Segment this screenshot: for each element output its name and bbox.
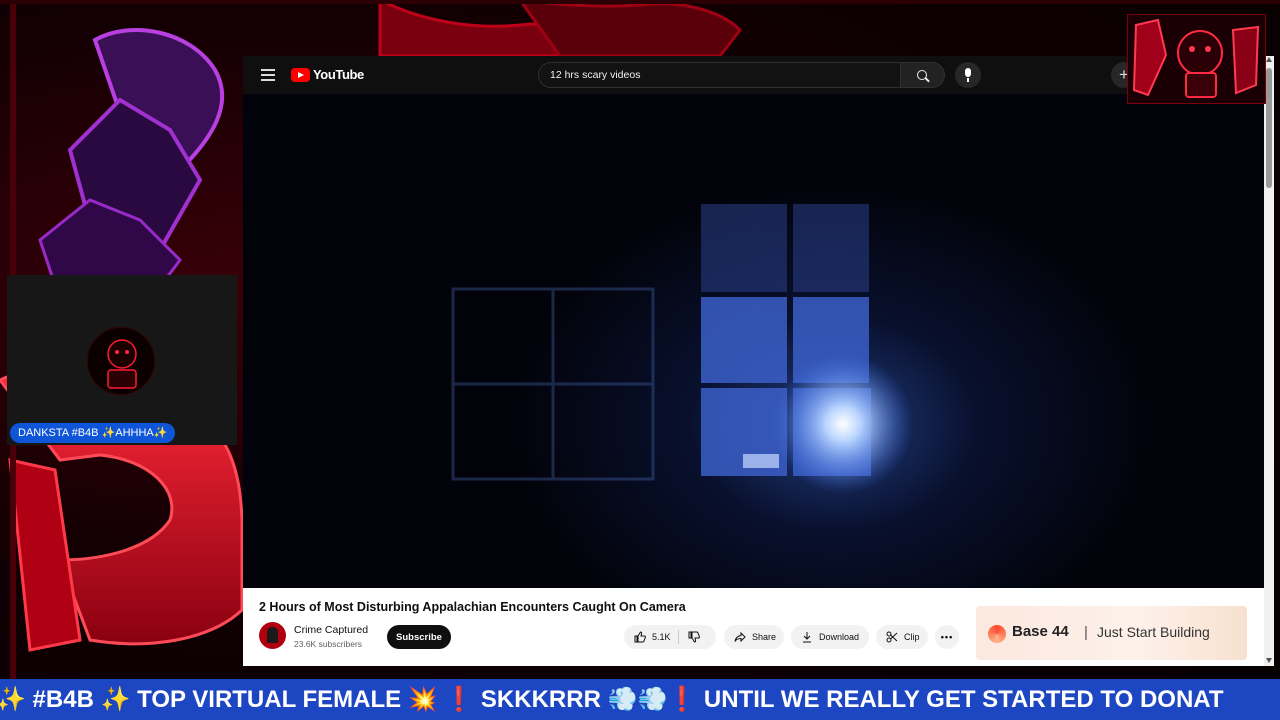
ad-banner[interactable]: Base 44 | Just Start Building xyxy=(976,606,1247,660)
page-scrollbar[interactable] xyxy=(1264,56,1274,666)
streamer-name-label: DANKSTA #B4B ✨AHHHA✨ xyxy=(10,423,176,443)
voice-search-button[interactable] xyxy=(955,62,981,88)
search-input[interactable] xyxy=(538,62,901,88)
youtube-logo[interactable]: YouTube xyxy=(291,67,364,82)
video-info: 2 Hours of Most Disturbing Appalachian E… xyxy=(243,588,1264,666)
youtube-window: YouTube + xyxy=(243,56,1274,666)
download-button[interactable]: Download xyxy=(791,625,869,649)
dank-logo xyxy=(1127,14,1266,104)
menu-icon[interactable] xyxy=(261,69,275,81)
clip-button[interactable]: Clip xyxy=(876,625,928,649)
ad-separator: | xyxy=(1084,624,1088,641)
youtube-header: YouTube + xyxy=(243,56,1274,94)
channel-name[interactable]: Crime Captured xyxy=(294,624,368,636)
ticker-text: ✨ #B4B ✨ TOP VIRTUAL FEMALE 💥 ❗ SKKKRRR … xyxy=(0,686,1224,713)
search-button[interactable] xyxy=(901,62,945,88)
webcam-panel: DANKSTA #B4B ✨AHHHA✨ xyxy=(7,275,237,445)
clip-label: Clip xyxy=(904,632,920,642)
subscriber-count: 23.6K subscribers xyxy=(294,639,363,649)
mic-icon xyxy=(965,68,971,77)
download-label: Download xyxy=(819,632,860,642)
dislike-icon[interactable] xyxy=(688,631,700,643)
like-icon xyxy=(634,631,646,643)
scroll-thumb[interactable] xyxy=(1266,68,1272,188)
youtube-logo-text: YouTube xyxy=(313,67,364,82)
ad-logo-icon xyxy=(988,625,1006,643)
more-actions-button[interactable]: ••• xyxy=(935,625,959,649)
clip-icon xyxy=(886,631,898,643)
like-button[interactable]: 5.1K xyxy=(624,625,716,649)
like-count: 5.1K xyxy=(652,632,671,642)
channel-avatar[interactable] xyxy=(259,622,286,649)
share-label: Share xyxy=(752,632,777,642)
scroll-down-arrow-icon[interactable] xyxy=(1266,658,1272,663)
scroll-up-arrow-icon[interactable] xyxy=(1266,57,1272,62)
subscribe-button[interactable]: Subscribe xyxy=(387,625,451,649)
share-icon xyxy=(734,631,746,643)
streamer-avatar xyxy=(87,327,155,395)
ad-tagline: Just Start Building xyxy=(1097,624,1210,640)
search-icon xyxy=(917,70,927,80)
share-button[interactable]: Share xyxy=(724,625,784,649)
ad-brand: Base 44 xyxy=(1012,623,1069,640)
video-title: 2 Hours of Most Disturbing Appalachian E… xyxy=(259,600,686,614)
video-player[interactable] xyxy=(243,94,1264,588)
ticker-bar: ✨ #B4B ✨ TOP VIRTUAL FEMALE 💥 ❗ SKKKRRR … xyxy=(0,679,1280,720)
download-icon xyxy=(801,631,813,643)
youtube-logo-icon xyxy=(291,67,310,82)
video-frame xyxy=(451,204,913,494)
